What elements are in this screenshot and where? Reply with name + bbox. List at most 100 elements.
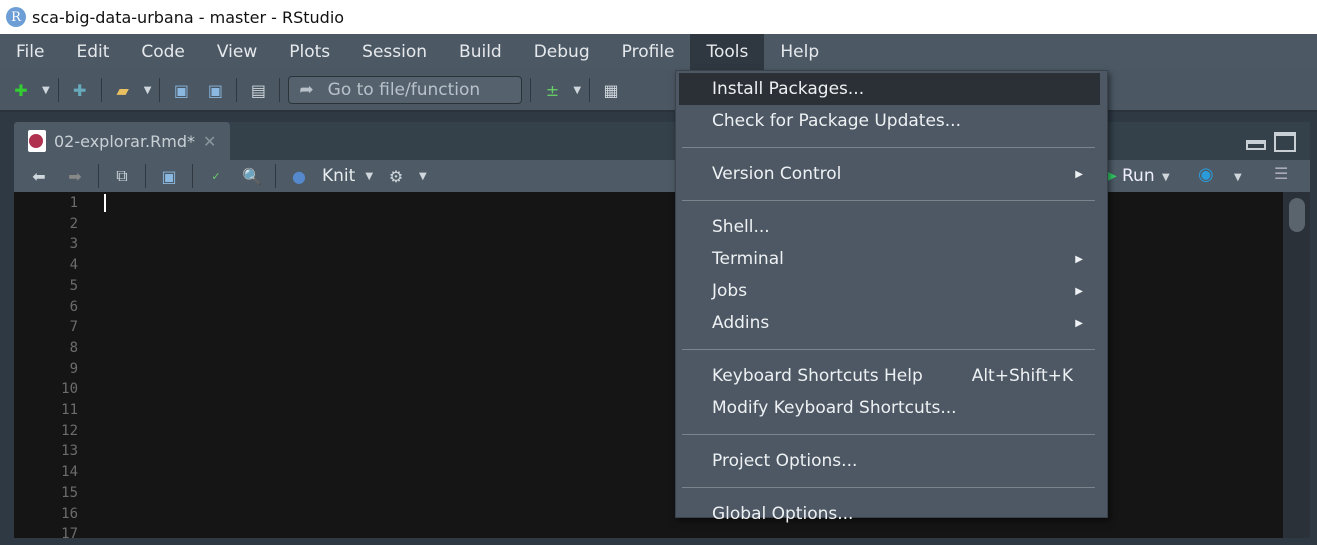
line-number: 6 (69, 298, 78, 315)
divider (682, 349, 1095, 350)
shortcut-label: Alt+Shift+K (971, 366, 1073, 386)
line-number: 3 (69, 236, 78, 253)
line-number: 16 (61, 505, 78, 522)
menu-debug[interactable]: Debug (518, 34, 606, 70)
menu-tools[interactable]: Tools (690, 34, 765, 70)
submenu-arrow-icon: ▶ (1075, 285, 1083, 297)
go-to-placeholder: Go to file/function (327, 80, 481, 100)
chevron-down-icon[interactable]: ▼ (365, 171, 373, 182)
divider (159, 78, 161, 102)
menu-item-addins[interactable]: Addins ▶ (676, 307, 1107, 339)
line-number: 11 (61, 402, 78, 419)
save-all-icon[interactable]: ▣ (202, 78, 228, 102)
divider (530, 78, 532, 102)
maximize-pane-icon[interactable] (1274, 132, 1296, 152)
divider (682, 147, 1095, 148)
divider (100, 78, 102, 102)
line-number: 12 (61, 422, 78, 439)
text-cursor (104, 194, 106, 212)
save-icon[interactable]: ▣ (168, 78, 194, 102)
menu-profile[interactable]: Profile (606, 34, 691, 70)
menu-file[interactable]: File (0, 34, 60, 70)
menu-build[interactable]: Build (443, 34, 518, 70)
new-project-icon[interactable]: ✚ (67, 78, 93, 102)
arrow-icon: ➦ (299, 80, 314, 100)
divider (145, 164, 146, 188)
go-to-file-input[interactable]: ➦ Go to file/function (288, 76, 523, 104)
menu-item-project-options[interactable]: Project Options... (676, 445, 1107, 477)
divider (682, 487, 1095, 488)
menu-item-check-updates[interactable]: Check for Package Updates... (676, 105, 1107, 137)
menu-edit[interactable]: Edit (60, 34, 125, 70)
menu-bar: File Edit Code View Plots Session Build … (0, 34, 1317, 70)
menu-view[interactable]: View (201, 34, 273, 70)
line-number: 8 (69, 339, 78, 356)
save-icon[interactable]: ▣ (156, 164, 182, 188)
menu-code[interactable]: Code (125, 34, 201, 70)
show-in-window-icon[interactable]: ⧉ (109, 164, 135, 188)
tab-02-explorar[interactable]: 02-explorar.Rmd* ✕ (14, 122, 230, 160)
menu-item-jobs[interactable]: Jobs ▶ (676, 275, 1107, 307)
chevron-down-icon[interactable]: ▼ (1162, 172, 1170, 183)
chevron-down-icon[interactable]: ▼ (144, 85, 152, 96)
menu-item-shortcuts-help[interactable]: Keyboard Shortcuts Help Alt+Shift+K (676, 360, 1107, 392)
run-button[interactable]: Run (1122, 166, 1155, 186)
line-number: 9 (69, 360, 78, 377)
divider (275, 164, 276, 188)
back-arrow-icon[interactable]: ⬅ (26, 164, 52, 188)
rmd-file-icon (28, 130, 46, 152)
gear-icon[interactable]: ⚙ (383, 164, 409, 188)
line-number: 15 (61, 484, 78, 501)
divider (57, 78, 59, 102)
knit-button[interactable]: Knit (322, 166, 355, 186)
tools-menu-dropdown: Install Packages... Check for Package Up… (675, 70, 1108, 524)
line-number: 4 (69, 257, 78, 274)
line-number: 17 (61, 526, 78, 543)
main-toolbar: ✚ ▼ ✚ ▰ ▼ ▣ ▣ ▤ ➦ Go to file/function ± ▼ ▦ (0, 70, 1317, 112)
chevron-down-icon[interactable]: ▼ (1234, 172, 1242, 183)
close-icon[interactable]: ✕ (203, 132, 216, 151)
print-icon[interactable]: ▤ (245, 78, 271, 102)
title-bar: R sca-big-data-urbana - master - RStudio (0, 0, 1317, 34)
chevron-down-icon[interactable]: ▼ (419, 171, 427, 182)
vertical-scrollbar[interactable] (1283, 192, 1310, 538)
menu-item-version-control[interactable]: Version Control ▶ (676, 158, 1107, 190)
open-folder-icon[interactable]: ▰ (110, 78, 136, 102)
submenu-arrow-icon: ▶ (1075, 168, 1083, 180)
divider (682, 434, 1095, 435)
line-number-gutter: 1 2 3 4 5 6 7 8 9 10 11 12 13 14 15 16 1… (14, 192, 100, 542)
chevron-down-icon[interactable]: ▼ (42, 85, 50, 96)
tab-label: 02-explorar.Rmd* (54, 131, 195, 151)
menu-item-terminal[interactable]: Terminal ▶ (676, 243, 1107, 275)
git-icon[interactable]: ± (539, 78, 565, 102)
spellcheck-icon[interactable]: ✓ (203, 164, 229, 188)
minimize-pane-icon[interactable] (1246, 140, 1266, 150)
knit-icon[interactable]: ● (286, 164, 312, 188)
submenu-arrow-icon: ▶ (1075, 253, 1083, 265)
divider (682, 200, 1095, 201)
divider (236, 78, 238, 102)
line-number: 13 (61, 443, 78, 460)
menu-item-modify-shortcuts[interactable]: Modify Keyboard Shortcuts... (676, 392, 1107, 424)
pane-layout-icon[interactable]: ▦ (598, 78, 624, 102)
menu-session[interactable]: Session (346, 34, 443, 70)
line-number: 5 (69, 277, 78, 294)
menu-item-global-options[interactable]: Global Options... (676, 498, 1107, 530)
submenu-arrow-icon: ▶ (1075, 317, 1083, 329)
divider (589, 78, 591, 102)
outline-icon[interactable]: ☰ (1274, 164, 1288, 183)
menu-help[interactable]: Help (764, 34, 835, 70)
publish-icon[interactable]: ◉ (1198, 164, 1214, 185)
line-number: 10 (61, 381, 78, 398)
search-icon[interactable]: 🔍 (239, 164, 265, 188)
menu-plots[interactable]: Plots (273, 34, 346, 70)
chevron-down-icon[interactable]: ▼ (573, 85, 581, 96)
scrollbar-thumb[interactable] (1289, 198, 1305, 232)
menu-item-shell[interactable]: Shell... (676, 211, 1107, 243)
forward-arrow-icon[interactable]: ➡ (62, 164, 88, 188)
new-file-icon[interactable]: ✚ (8, 78, 34, 102)
rstudio-logo-icon: R (6, 7, 26, 27)
line-number: 2 (69, 215, 78, 232)
line-number: 7 (69, 319, 78, 336)
menu-item-install-packages[interactable]: Install Packages... (679, 73, 1100, 105)
